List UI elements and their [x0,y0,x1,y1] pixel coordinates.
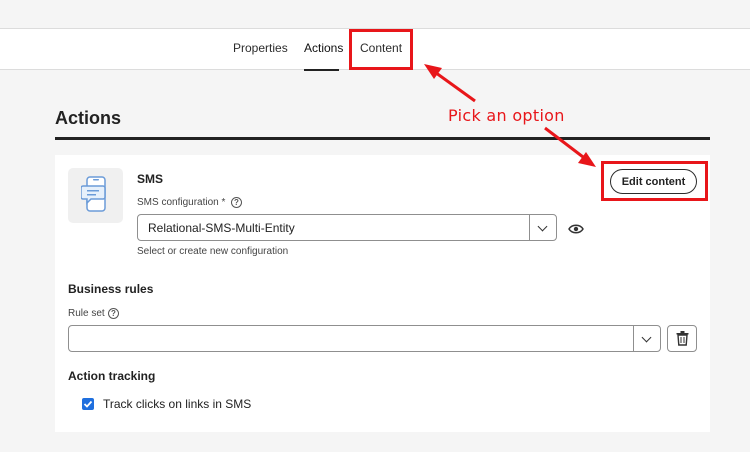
rule-set-label: Rule set [68,308,105,319]
preview-eye-icon[interactable] [568,223,584,235]
business-rules-title: Business rules [68,282,154,296]
help-icon[interactable]: ? [108,308,119,319]
edit-content-button[interactable]: Edit content [610,169,697,194]
page-title: Actions [55,108,122,128]
top-bar [0,0,750,29]
sms-configuration-label-text: SMS configuration [137,197,219,208]
active-tab-indicator [304,69,339,71]
help-icon[interactable]: ? [231,197,242,208]
sms-configuration-helper: Select or create new configuration [137,246,289,257]
section-divider [55,137,710,140]
checkmark-icon [83,400,93,408]
track-clicks-checkbox[interactable] [82,398,94,410]
chevron-down-icon [641,332,652,343]
sms-configuration-value[interactable]: Relational-SMS-Multi-Entity [148,221,295,235]
content-tab-highlight [349,29,413,70]
sms-section-title: SMS [137,172,164,186]
rule-set-combobox[interactable] [68,325,661,352]
sms-configuration-combobox[interactable]: Relational-SMS-Multi-Entity [137,214,557,241]
sms-configuration-dropdown-button[interactable] [529,215,556,240]
rule-set-dropdown-button[interactable] [633,326,660,351]
action-tracking-title: Action tracking [68,369,156,383]
sms-channel-thumbnail [68,168,123,223]
sms-configuration-label: SMS configuration * [137,197,225,208]
tab-actions[interactable]: Actions [304,41,343,55]
required-asterisk: * [221,197,226,208]
track-clicks-label[interactable]: Track clicks on links in SMS [103,397,251,411]
annotation-text: Pick an option [448,106,565,125]
sms-phone-icon [81,176,106,212]
tab-properties[interactable]: Properties [233,41,288,55]
trash-icon [676,331,689,346]
chevron-down-icon [537,221,548,232]
delete-rule-set-button[interactable] [667,325,697,352]
